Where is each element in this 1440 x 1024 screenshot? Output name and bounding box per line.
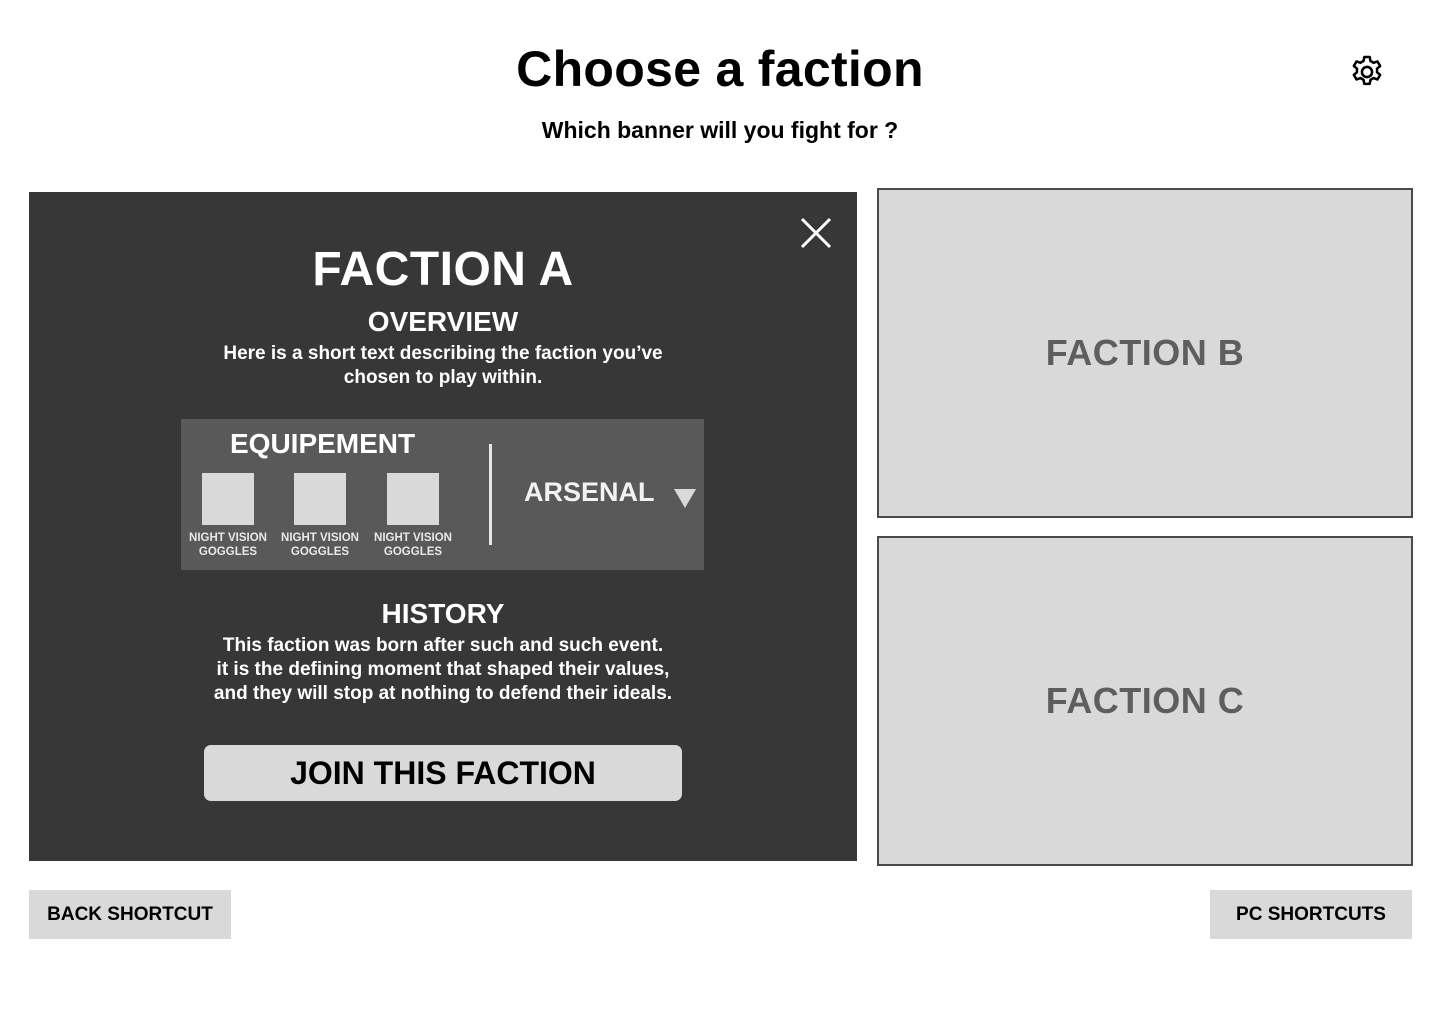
triangle-down-icon (673, 487, 697, 509)
faction-c-label: FACTION C (1045, 680, 1245, 721)
history-text: This faction was born after such and suc… (213, 635, 673, 704)
gear-icon[interactable] (1348, 53, 1386, 91)
equipment-item-label: NIGHT VISION GOGGLES (374, 532, 452, 558)
equipment-item[interactable]: NIGHT VISION GOGGLES (367, 473, 459, 559)
equipment-item[interactable]: NIGHT VISION GOGGLES (182, 473, 274, 559)
overview-heading: OVERVIEW (367, 306, 519, 337)
equipment-item-label: NIGHT VISION GOGGLES (189, 532, 267, 558)
faction-a-panel: FACTION A OVERVIEW Here is a short text … (29, 192, 857, 861)
equipment-item[interactable]: NIGHT VISION GOGGLES (274, 473, 366, 559)
equipment-item-label: NIGHT VISION GOGGLES (281, 532, 359, 558)
faction-c-card[interactable]: FACTION C (877, 536, 1413, 866)
equipment-item-image (294, 473, 346, 525)
equipment-divider (489, 444, 492, 545)
page-title: Choose a faction (516, 41, 924, 97)
equipment-item-image (202, 473, 254, 525)
equipment-box: EQUIPEMENT NIGHT VISION GOGGLES NIGHT VI… (181, 419, 704, 570)
back-shortcut-button[interactable]: BACK SHORTCUT (29, 890, 231, 939)
join-faction-button[interactable]: JOIN THIS FACTION (204, 745, 682, 801)
arsenal-dropdown[interactable]: ARSENAL (524, 477, 700, 517)
faction-a-title: FACTION A (312, 243, 574, 296)
arsenal-label: ARSENAL (524, 477, 655, 507)
page-subtitle: Which banner will you fight for ? (541, 117, 899, 143)
pc-shortcuts-button[interactable]: PC SHORTCUTS (1210, 890, 1412, 939)
equipment-item-image (387, 473, 439, 525)
equipment-heading: EQUIPEMENT (230, 428, 416, 459)
history-heading: HISTORY (381, 598, 505, 629)
faction-b-label: FACTION B (1045, 332, 1245, 373)
faction-b-card[interactable]: FACTION B (877, 188, 1413, 518)
overview-text: Here is a short text describing the fact… (223, 343, 663, 388)
